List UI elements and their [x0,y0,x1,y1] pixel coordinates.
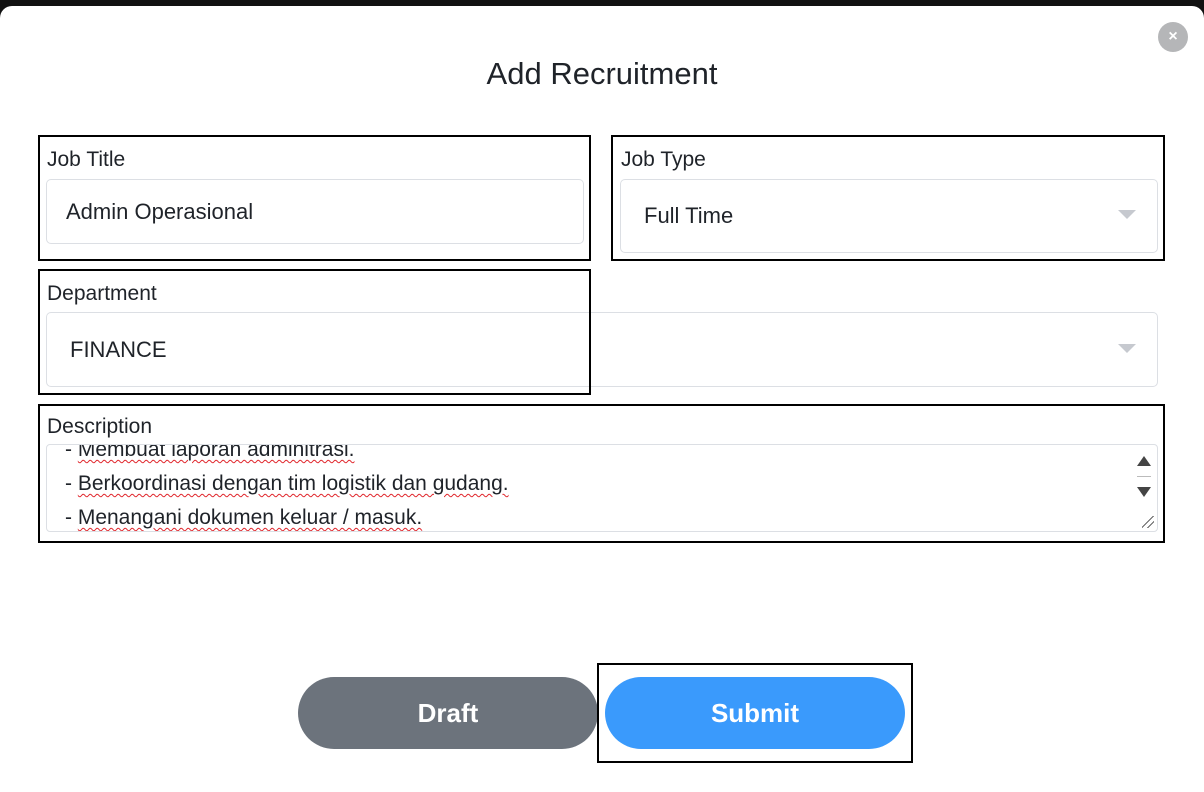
description-line: - Menangani dokumen keluar / masuk. [65,506,423,529]
resize-grip-icon[interactable] [1142,516,1154,528]
job-type-label: Job Type [621,148,706,171]
department-value: FINANCE [70,336,167,362]
description-line: - Berkoordinasi dengan tim logistik dan … [65,472,509,495]
scroll-up-icon[interactable] [1137,456,1151,466]
description-line-text: Menangani dokumen keluar / masuk. [77,506,423,529]
modal-title: Add Recruitment [486,56,718,91]
department-label: Department [47,282,157,305]
description-line-text: Membuat laporan adminitrasi. [77,444,355,461]
scroll-down-icon[interactable] [1137,487,1151,497]
chevron-down-icon [1118,344,1136,353]
description-textarea[interactable]: - Membuat laporan adminitrasi. - Berkoor… [46,444,1158,532]
job-title-label: Job Title [47,148,126,171]
draft-button[interactable]: Draft [298,677,598,749]
description-line: - Membuat laporan adminitrasi. [65,444,509,467]
job-title-input[interactable]: Admin Operasional [46,179,584,244]
scrollbar-divider [1137,476,1151,477]
description-label: Description [47,415,153,438]
submit-button[interactable]: Submit [605,677,905,749]
job-type-select[interactable]: Full Time [620,179,1158,253]
chevron-down-icon [1118,210,1136,219]
close-icon: × [1168,28,1178,45]
job-title-value: Admin Operasional [66,198,254,224]
description-lines: - Membuat laporan adminitrasi. - Berkoor… [65,444,509,531]
department-select[interactable]: FINANCE [46,312,1158,387]
job-type-value: Full Time [644,203,734,228]
close-button[interactable]: × [1158,22,1188,52]
description-line-text: Berkoordinasi dengan tim logistik dan gu… [77,472,509,495]
add-recruitment-modal: × Add Recruitment [0,6,1204,792]
